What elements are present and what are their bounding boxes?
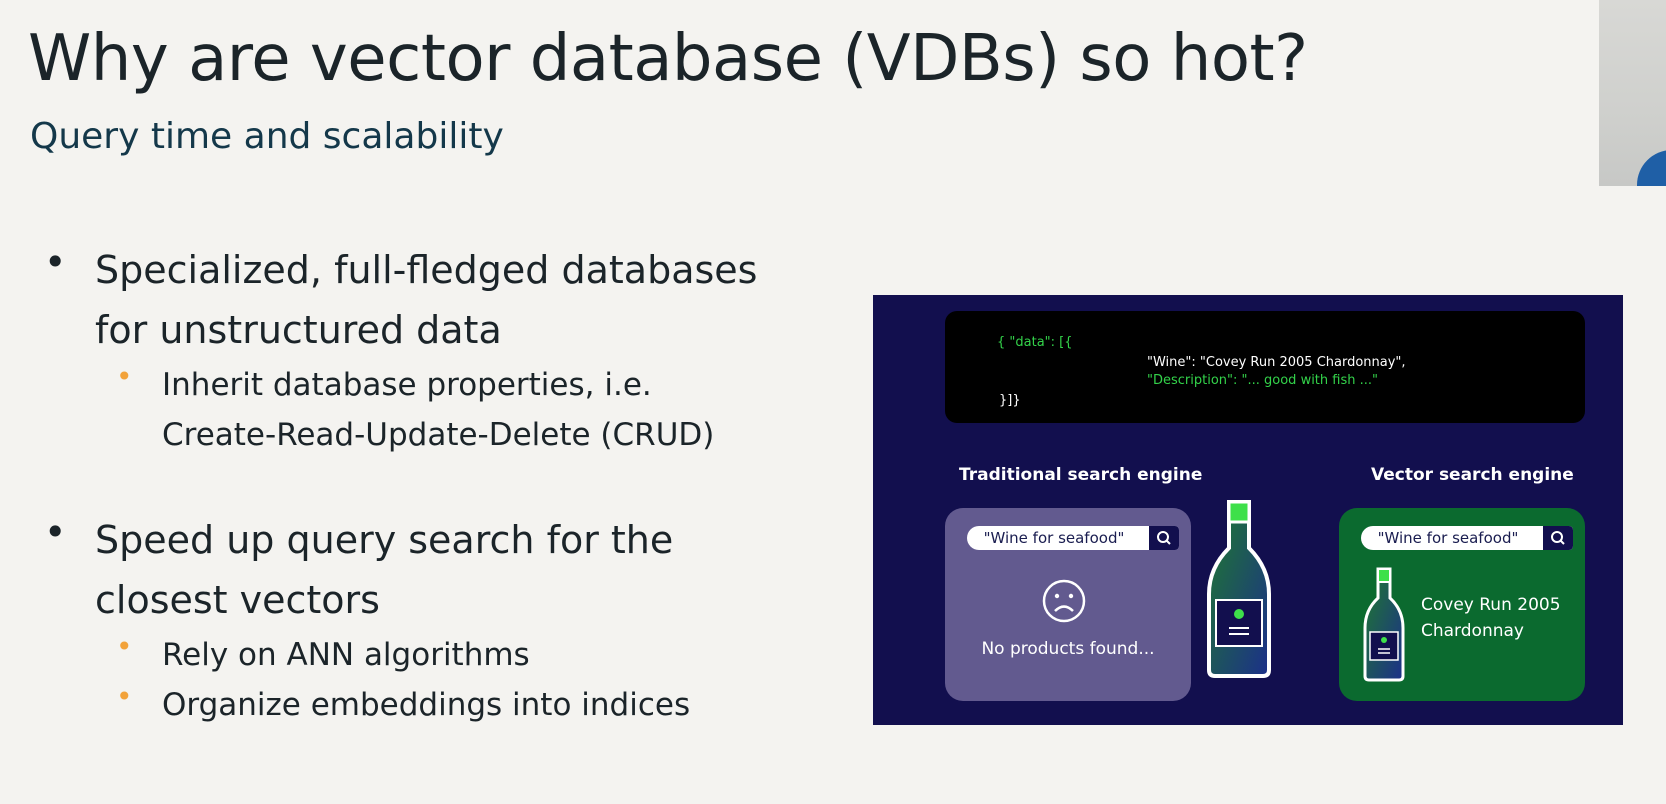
code-line-4: }]} bbox=[999, 393, 1021, 408]
traditional-search-bar[interactable]: "Wine for seafood" bbox=[967, 526, 1179, 550]
code-line-2: "Wine": "Covey Run 2005 Chardonnay", bbox=[1147, 355, 1406, 370]
bullet-marker: • bbox=[44, 510, 67, 554]
search-icon[interactable] bbox=[1543, 526, 1573, 550]
vector-search-panel: "Wine for seafood" Covey Run 2005 Chardo… bbox=[1339, 508, 1585, 701]
bullet-1-line-1: Specialized, full-fledged databases bbox=[95, 248, 758, 292]
sad-face-icon bbox=[1041, 578, 1087, 624]
vector-search-query: "Wine for seafood" bbox=[1377, 529, 1519, 547]
sub-bullet-3: Organize embeddings into indices bbox=[162, 687, 691, 723]
webcam-thumbnail bbox=[1599, 0, 1666, 186]
code-line-1: { "data": [{ bbox=[997, 335, 1073, 350]
wine-bottle-icon bbox=[1361, 566, 1407, 688]
result-line-2: Chardonnay bbox=[1421, 621, 1524, 641]
traditional-search-panel: "Wine for seafood" No products found... bbox=[945, 508, 1191, 701]
bullet-1-line-2: for unstructured data bbox=[95, 308, 502, 352]
bullet-marker: • bbox=[44, 240, 67, 284]
sub-bullet-marker: • bbox=[116, 630, 133, 663]
code-line-3: "Description": "... good with fish ..." bbox=[1147, 373, 1378, 388]
traditional-engine-label: Traditional search engine bbox=[959, 465, 1203, 485]
slide-subtitle: Query time and scalability bbox=[30, 116, 504, 157]
sub-bullet-2: Rely on ANN algorithms bbox=[162, 637, 530, 673]
search-icon[interactable] bbox=[1149, 526, 1179, 550]
vector-search-result: Covey Run 2005 Chardonnay bbox=[1421, 592, 1561, 644]
sub-bullet-marker: • bbox=[116, 360, 133, 393]
slide-title: Why are vector database (VDBs) so hot? bbox=[28, 22, 1308, 96]
bullet-2-line-1: Speed up query search for the bbox=[95, 518, 674, 562]
json-code-box: { "data": [{ "Wine": "Covey Run 2005 Cha… bbox=[945, 311, 1585, 423]
vector-engine-label: Vector search engine bbox=[1371, 465, 1574, 485]
wine-bottle-icon bbox=[1203, 498, 1275, 684]
bullet-2-line-2: closest vectors bbox=[95, 578, 380, 622]
no-products-message: No products found... bbox=[981, 639, 1155, 659]
traditional-search-query: "Wine for seafood" bbox=[983, 529, 1125, 547]
sub-bullet-marker: • bbox=[116, 680, 133, 713]
result-line-1: Covey Run 2005 bbox=[1421, 595, 1561, 615]
vector-search-bar[interactable]: "Wine for seafood" bbox=[1361, 526, 1573, 550]
sub-bullet-1-line-2: Create-Read-Update-Delete (CRUD) bbox=[162, 417, 715, 453]
sub-bullet-1-line-1: Inherit database properties, i.e. bbox=[162, 367, 652, 403]
vector-search-illustration: { "data": [{ "Wine": "Covey Run 2005 Cha… bbox=[873, 295, 1623, 725]
webcam-person bbox=[1637, 150, 1666, 186]
